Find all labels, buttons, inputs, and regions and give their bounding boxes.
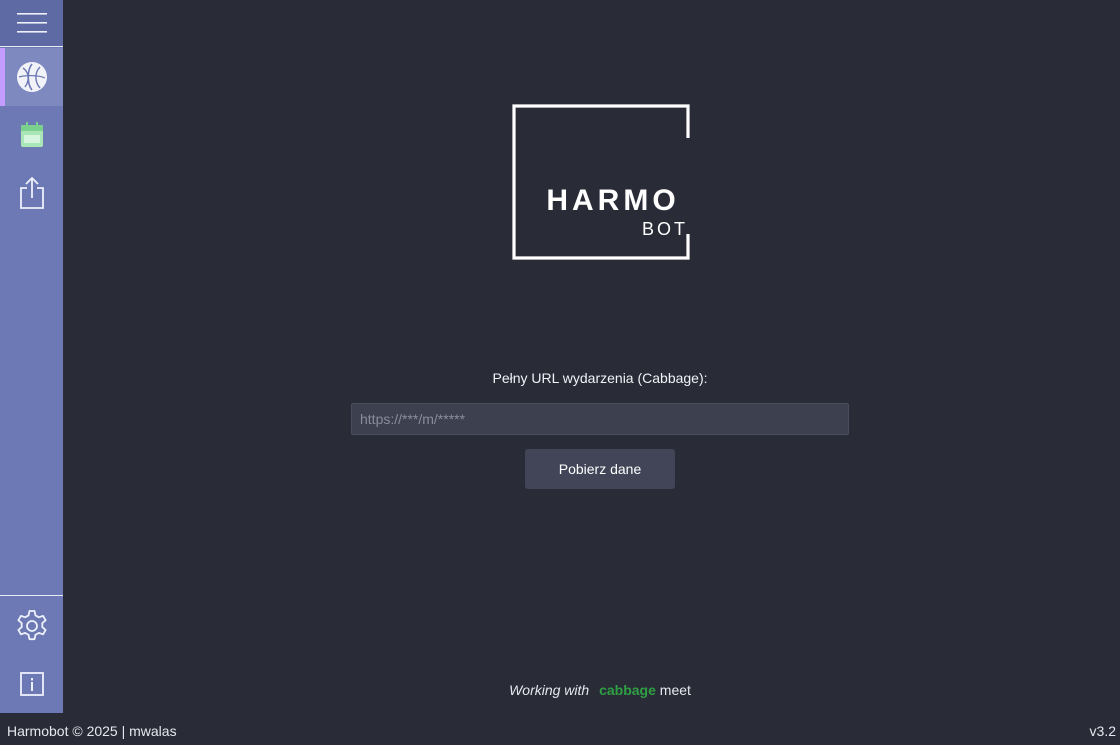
share-icon [19,176,44,209]
calendar-icon [20,122,43,147]
gear-icon [17,610,46,641]
working-with-credit: Working with cabbage meet [350,682,850,698]
working-with-suffix: meet [659,682,691,698]
hamburger-icon [16,13,47,33]
sidebar-item-settings[interactable] [0,597,63,655]
sidebar-item-cabbage[interactable] [0,48,63,106]
footer-copyright: Harmobot © 2025 | mwalas [7,723,177,739]
footer-version: v3.2 [1089,723,1116,739]
menu-button[interactable] [0,0,63,46]
sidebar-separator-bottom [0,595,63,596]
sidebar-item-info[interactable] [0,655,63,713]
fetch-data-button[interactable]: Pobierz dane [525,449,675,489]
logo-text-bot: BOT [642,219,688,239]
logo-text-harmo: HARMO [546,184,679,217]
url-label: Pełny URL wydarzenia (Cabbage): [492,370,708,386]
cabbage-icon [16,62,47,92]
harmobot-logo: HARMO BOT [512,104,690,260]
app-window: HARMO BOT Pełny URL wydarzenia (Cabbage)… [0,0,1120,745]
event-url-input[interactable] [351,403,849,435]
cabbage-brand: cabbage [599,682,656,698]
working-with-prefix: Working with [509,682,590,698]
sidebar-item-export[interactable] [0,164,63,222]
sidebar [0,0,63,713]
sidebar-separator-top [0,46,63,47]
sidebar-item-calendar[interactable] [0,106,63,164]
info-icon [19,672,44,696]
